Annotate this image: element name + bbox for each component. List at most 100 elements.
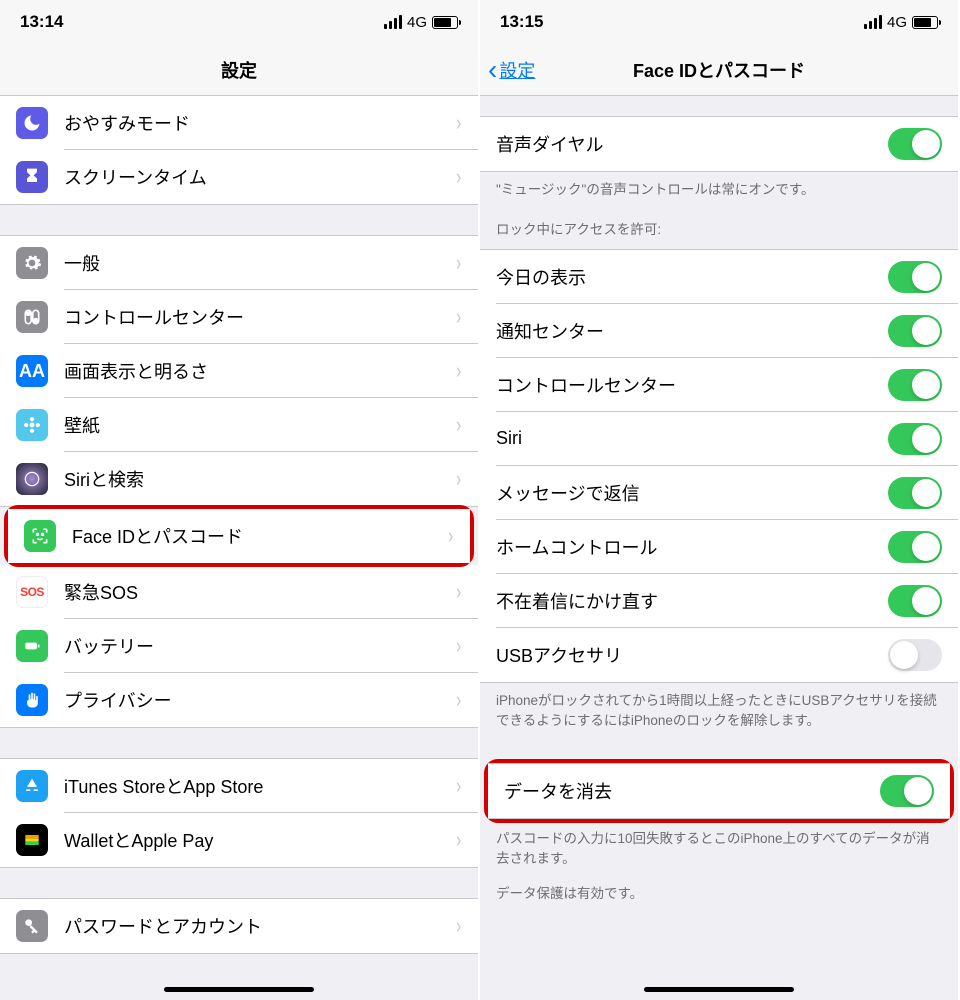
battery-icon bbox=[432, 16, 458, 29]
toggle-notification-center[interactable] bbox=[888, 315, 942, 347]
battery-app-icon bbox=[16, 630, 48, 662]
cell-label: Face IDとパスコード bbox=[72, 523, 447, 549]
cell-label: USBアクセサリ bbox=[496, 642, 888, 668]
toggle-voice-dial[interactable] bbox=[888, 128, 942, 160]
row-wallet-apple-pay[interactable]: WalletとApple Pay › bbox=[0, 813, 478, 867]
row-reply-with-message[interactable]: メッセージで返信 bbox=[480, 466, 958, 520]
toggle-usb-accessories[interactable] bbox=[888, 639, 942, 671]
row-usb-accessories[interactable]: USBアクセサリ bbox=[480, 628, 958, 682]
cell-label: スクリーンタイム bbox=[64, 164, 455, 190]
nav-bar: ‹ 設定 Face IDとパスコード bbox=[480, 44, 958, 96]
chevron-right-icon: › bbox=[456, 633, 461, 659]
row-face-id-passcode[interactable]: Face IDとパスコード › bbox=[8, 509, 470, 563]
row-erase-data[interactable]: データを消去 bbox=[488, 764, 950, 818]
cell-label: 今日の表示 bbox=[496, 264, 888, 290]
network-label: 4G bbox=[887, 14, 907, 31]
chevron-right-icon: › bbox=[456, 687, 461, 713]
row-itunes-app-store[interactable]: iTunes StoreとApp Store › bbox=[0, 759, 478, 813]
chevron-right-icon: › bbox=[456, 358, 461, 384]
row-general[interactable]: 一般 › bbox=[0, 236, 478, 290]
cell-label: 緊急SOS bbox=[64, 579, 455, 605]
lock-access-header: ロック中にアクセスを許可: bbox=[480, 200, 958, 248]
chevron-right-icon: › bbox=[456, 110, 461, 136]
cell-label: おやすみモード bbox=[64, 110, 455, 136]
cell-label: コントロールセンター bbox=[64, 304, 455, 330]
row-control-center[interactable]: コントロールセンター › bbox=[0, 290, 478, 344]
row-today-view[interactable]: 今日の表示 bbox=[480, 250, 958, 304]
highlight-face-id: Face IDとパスコード › bbox=[4, 505, 474, 567]
sos-icon: SOS bbox=[16, 576, 48, 608]
cell-label: Siri bbox=[496, 428, 888, 449]
toggle-siri[interactable] bbox=[888, 423, 942, 455]
key-icon bbox=[16, 910, 48, 942]
cell-label: バッテリー bbox=[64, 633, 455, 659]
row-do-not-disturb[interactable]: おやすみモード › bbox=[0, 96, 478, 150]
row-emergency-sos[interactable]: SOS 緊急SOS › bbox=[0, 565, 478, 619]
flower-icon bbox=[16, 409, 48, 441]
cell-label: データを消去 bbox=[504, 778, 880, 804]
cell-label: 壁紙 bbox=[64, 412, 455, 438]
row-wallpaper[interactable]: 壁紙 › bbox=[0, 398, 478, 452]
row-voice-dial[interactable]: 音声ダイヤル bbox=[480, 117, 958, 171]
settings-screen: 13:14 4G 設定 おやすみモード › スクリーンタイム › bbox=[0, 0, 480, 1000]
home-indicator[interactable] bbox=[644, 987, 794, 992]
nav-title: 設定 bbox=[221, 57, 257, 83]
toggle-today-view[interactable] bbox=[888, 261, 942, 293]
row-battery[interactable]: バッテリー › bbox=[0, 619, 478, 673]
status-right: 4G bbox=[384, 14, 458, 31]
row-privacy[interactable]: プライバシー › bbox=[0, 673, 478, 727]
row-control-center[interactable]: コントロールセンター bbox=[480, 358, 958, 412]
back-button[interactable]: ‹ 設定 bbox=[488, 44, 535, 95]
cell-label: ホームコントロール bbox=[496, 534, 888, 560]
cell-label: パスワードとアカウント bbox=[64, 913, 455, 939]
status-time: 13:15 bbox=[500, 12, 543, 32]
battery-icon bbox=[912, 16, 938, 29]
cell-label: 不在着信にかけ直す bbox=[496, 588, 888, 614]
settings-list[interactable]: おやすみモード › スクリーンタイム › 一般 › bbox=[0, 96, 478, 1000]
nav-bar: 設定 bbox=[0, 44, 478, 96]
cell-label: 通知センター bbox=[496, 318, 888, 344]
cell-label: iTunes StoreとApp Store bbox=[64, 773, 455, 799]
cell-label: WalletとApple Pay bbox=[64, 827, 455, 853]
toggle-control-center[interactable] bbox=[888, 369, 942, 401]
row-home-control[interactable]: ホームコントロール bbox=[480, 520, 958, 574]
toggle-reply-with-message[interactable] bbox=[888, 477, 942, 509]
cell-label: メッセージで返信 bbox=[496, 480, 888, 506]
chevron-right-icon: › bbox=[456, 579, 461, 605]
voice-dial-footer: "ミュージック"の音声コントロールは常にオンです。 bbox=[480, 172, 958, 200]
home-indicator[interactable] bbox=[164, 987, 314, 992]
cell-label: Siriと検索 bbox=[64, 466, 455, 492]
row-screen-time[interactable]: スクリーンタイム › bbox=[0, 150, 478, 204]
network-label: 4G bbox=[407, 14, 427, 31]
face-id-list[interactable]: 音声ダイヤル "ミュージック"の音声コントロールは常にオンです。 ロック中にアク… bbox=[480, 96, 958, 1000]
row-siri-search[interactable]: Siriと検索 › bbox=[0, 452, 478, 506]
chevron-right-icon: › bbox=[456, 773, 461, 799]
sliders-icon bbox=[16, 301, 48, 333]
face-id-passcode-screen: 13:15 4G ‹ 設定 Face IDとパスコード 音声ダイヤル "ミュージ… bbox=[480, 0, 960, 1000]
usb-accessories-footer: iPhoneがロックされてから1時間以上経ったときにUSBアクセサリを接続できる… bbox=[480, 683, 958, 732]
cell-label: プライバシー bbox=[64, 687, 455, 713]
status-bar: 13:14 4G bbox=[0, 0, 478, 44]
toggle-return-missed-calls[interactable] bbox=[888, 585, 942, 617]
status-time: 13:14 bbox=[20, 12, 63, 32]
cell-label: 音声ダイヤル bbox=[496, 131, 888, 157]
chevron-right-icon: › bbox=[456, 913, 461, 939]
chevron-right-icon: › bbox=[456, 250, 461, 276]
row-display-brightness[interactable]: AA 画面表示と明るさ › bbox=[0, 344, 478, 398]
chevron-right-icon: › bbox=[456, 466, 461, 492]
toggle-home-control[interactable] bbox=[888, 531, 942, 563]
highlight-erase-data: データを消去 bbox=[484, 759, 954, 823]
siri-icon bbox=[16, 463, 48, 495]
chevron-right-icon: › bbox=[456, 827, 461, 853]
row-notification-center[interactable]: 通知センター bbox=[480, 304, 958, 358]
chevron-left-icon: ‹ bbox=[488, 56, 497, 84]
hand-icon bbox=[16, 684, 48, 716]
row-return-missed-calls[interactable]: 不在着信にかけ直す bbox=[480, 574, 958, 628]
row-passwords-accounts[interactable]: パスワードとアカウント › bbox=[0, 899, 478, 953]
chevron-right-icon: › bbox=[448, 523, 453, 549]
row-siri[interactable]: Siri bbox=[480, 412, 958, 466]
moon-icon bbox=[16, 107, 48, 139]
toggle-erase-data[interactable] bbox=[880, 775, 934, 807]
wallet-icon bbox=[16, 824, 48, 856]
chevron-right-icon: › bbox=[456, 304, 461, 330]
